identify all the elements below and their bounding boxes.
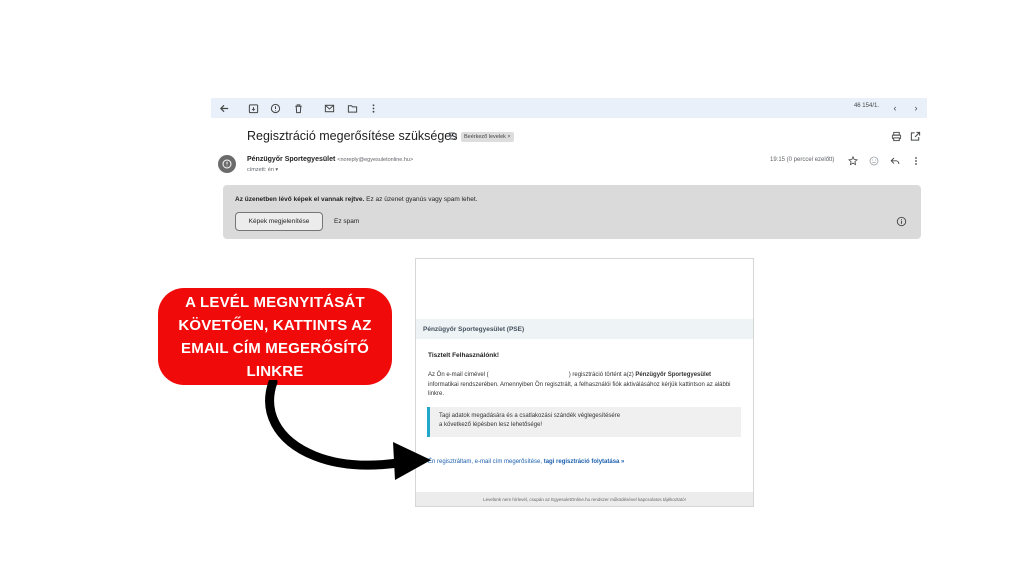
email-subject: Regisztráció megerősítése szükséges [247,129,458,143]
body-text: Az Ön e-mail címével ( ) regisztráció tör… [428,371,742,400]
body-org: Pénzügyőr Sportegyesület [635,372,712,378]
reply-icon[interactable] [889,155,900,166]
warning-normal-text: Ez az üzenet gyanús vagy spam lehet. [364,196,478,203]
report-spam-button[interactable]: Ez spam [334,212,359,231]
screenshot-stage: 46 154/1. ‹ › Regisztráció megerősítése … [0,0,1024,576]
star-icon[interactable] [847,155,858,166]
alert-icon [222,159,232,169]
body-prefix: Az Ön e-mail címével ( [428,372,489,378]
warning-bold-text: Az üzenetben lévő képek el vannak rejtve… [235,196,365,203]
info-icon[interactable] [896,216,907,227]
print-icon[interactable] [891,131,902,142]
prev-icon[interactable]: ‹ [888,101,902,115]
callout-text: A LEVÉL MEGNYITÁSÁT KÖVETŐEN, KATTINTS A… [178,293,372,380]
sender-avatar [218,155,236,173]
email-toolbar: 46 154/1. ‹ › [211,98,927,118]
next-icon[interactable]: › [909,101,923,115]
delete-icon[interactable] [291,101,305,115]
move-to-icon[interactable] [345,101,359,115]
confirm-link-bold[interactable]: tagi regisztráció folytatása » [544,459,625,465]
card-footer: Levelünk nem hírlevél, csupán az Egyesul… [416,492,753,506]
note-line-2: a következő lépésben lesz lehetősége! [439,422,543,428]
sender-name-text: Pénzügyőr Sportegyesület [247,156,336,163]
note-box: Tagi adatok megadására és a csatlakozási… [427,407,741,437]
greeting: Tisztelt Felhasználónk! [428,352,500,359]
more-vert-icon[interactable] [366,101,380,115]
more-vert-icon[interactable] [910,155,921,166]
emoji-reaction-icon[interactable] [868,155,879,166]
sender-name: Pénzügyőr Sportegyesület <noreply@egyesu… [247,156,413,163]
card-header: Pénzügyőr Sportegyesület (PSE) [416,319,753,339]
confirm-link-text[interactable]: Én regisztráltam, e-mail cím megerősítés… [428,459,544,465]
body-mid: ) regisztráció történt a(z) [568,372,636,378]
instruction-callout: A LEVÉL MEGNYITÁSÁT KÖVETŐEN, KATTINTS A… [158,288,392,385]
email-body-card: Pénzügyőr Sportegyesület (PSE) Tisztelt … [415,258,754,507]
mark-unread-icon[interactable] [322,101,336,115]
confirm-email-link[interactable]: Én regisztráltam, e-mail cím megerősítés… [428,459,624,465]
sender-email: <noreply@egyesuletonline.hu> [337,157,414,163]
email-time: 19:15 (0 perccel ezelőtt) [770,157,835,163]
pointing-arrow-icon [265,380,431,480]
inbox-label-chip[interactable]: Beérkező levelek × [461,132,514,142]
new-window-icon[interactable] [910,131,921,142]
archive-icon[interactable] [246,101,260,115]
hidden-images-warning: Az üzenetben lévő képek el vannak rejtve… [223,185,921,239]
important-marker-icon[interactable] [448,131,458,141]
report-spam-icon[interactable] [268,101,282,115]
recipient-line[interactable]: címzett: én ▾ [247,167,278,173]
back-arrow-icon[interactable] [217,101,231,115]
message-count: 46 154/1. [853,103,879,109]
show-images-button[interactable]: Képek megjelenítése [235,212,323,231]
warning-text: Az üzenetben lévő képek el vannak rejtve… [235,196,477,203]
note-line-1: Tagi adatok megadására és a csatlakozási… [439,413,621,419]
body-suffix: informatikai rendszerében. Amennyiben Ön… [428,381,731,398]
